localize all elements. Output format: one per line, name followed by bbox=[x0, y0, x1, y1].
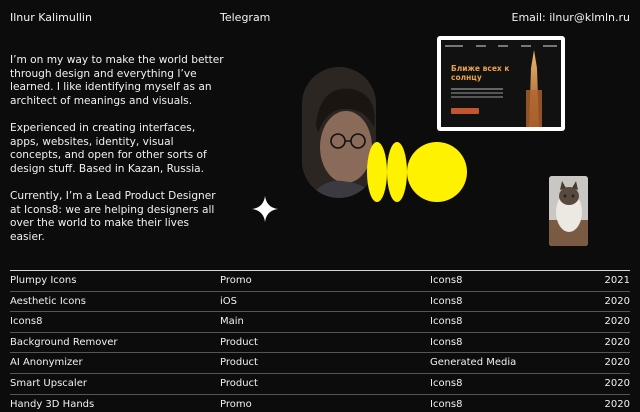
sparkle-icon bbox=[252, 196, 278, 222]
table-row[interactable]: Aesthetic Icons iOS Icons8 2020 bbox=[10, 292, 630, 313]
project-client: Icons8 bbox=[430, 275, 463, 286]
project-type: Product bbox=[220, 377, 258, 389]
project-client: Icons8 bbox=[430, 295, 463, 307]
preview-subtext bbox=[451, 88, 503, 90]
email-link[interactable]: ilnur@klmln.ru bbox=[549, 11, 630, 24]
project-type: Product bbox=[220, 336, 258, 348]
table-row[interactable]: Handy 3D Hands Promo Icons8 2020 bbox=[10, 395, 630, 412]
table-row[interactable]: Background Remover Product Icons8 2020 bbox=[10, 333, 630, 354]
project-year: 2021 bbox=[604, 275, 630, 286]
table-row[interactable]: AI Anonymizer Product Generated Media 2020 bbox=[10, 353, 630, 374]
projects-table: Plumpy Icons Promo Icons8 2021 Aesthetic Ico… bbox=[10, 270, 630, 412]
project-type: Main bbox=[220, 316, 244, 328]
project-type: Product bbox=[220, 357, 258, 369]
table-row[interactable]: Icons8 Main Icons8 2020 bbox=[10, 312, 630, 333]
author-name: Ilnur Kalimullin bbox=[10, 11, 92, 24]
project-year: 2020 bbox=[604, 357, 630, 369]
project-name: Background Remover bbox=[10, 336, 118, 348]
project-client: Icons8 bbox=[430, 377, 463, 389]
preview-cta bbox=[451, 108, 479, 114]
website-preview-card[interactable]: Ближе всех к солнцу bbox=[437, 36, 565, 131]
project-name: Aesthetic Icons bbox=[10, 295, 86, 307]
table-row[interactable]: Smart Upscaler Product Icons8 2020 bbox=[10, 374, 630, 395]
project-client: Icons8 bbox=[430, 336, 463, 348]
table-row[interactable]: Plumpy Icons Promo Icons8 2021 bbox=[10, 271, 630, 292]
project-name: Smart Upscaler bbox=[10, 377, 87, 389]
bio: I’m on my way to make the world better t… bbox=[10, 54, 225, 258]
project-year: 2020 bbox=[604, 295, 630, 307]
bio-paragraph-2: Experienced in creating interfaces, apps… bbox=[10, 121, 207, 175]
project-year: 2020 bbox=[604, 316, 630, 328]
top-bar: Ilnur Kalimullin Telegram Email: ilnur@k… bbox=[0, 0, 640, 34]
bio-paragraph-3: Currently, I’m a Lead Product Designer a… bbox=[10, 189, 216, 243]
project-year: 2020 bbox=[604, 336, 630, 348]
tower-illustration bbox=[526, 50, 542, 127]
website-preview-screen: Ближе всех к солнцу bbox=[441, 40, 561, 127]
project-name: Icons8 bbox=[10, 316, 43, 328]
project-year: 2020 bbox=[604, 377, 630, 389]
project-type: iOS bbox=[220, 295, 237, 307]
preview-headline: Ближе всех к солнцу bbox=[451, 64, 510, 82]
project-name: Handy 3D Hands bbox=[10, 398, 95, 410]
project-name: AI Anonymizer bbox=[10, 357, 83, 369]
cat-photo bbox=[549, 176, 588, 246]
project-year: 2020 bbox=[604, 398, 630, 410]
project-name: Plumpy Icons bbox=[10, 275, 77, 286]
preview-nav bbox=[445, 45, 557, 49]
email-label: Email: bbox=[511, 11, 546, 24]
telegram-link[interactable]: Telegram bbox=[220, 11, 270, 24]
bio-paragraph-1: I’m on my way to make the world better t… bbox=[10, 54, 224, 107]
yellow-shapes-decoration bbox=[366, 140, 470, 204]
project-type: Promo bbox=[220, 398, 252, 410]
project-client: Generated Media bbox=[430, 357, 517, 369]
project-client: Icons8 bbox=[430, 316, 463, 328]
project-client: Icons8 bbox=[430, 398, 463, 410]
email-contact: Email: ilnur@klmln.ru bbox=[512, 11, 630, 24]
portrait-photo bbox=[302, 67, 376, 198]
project-type: Promo bbox=[220, 275, 252, 286]
